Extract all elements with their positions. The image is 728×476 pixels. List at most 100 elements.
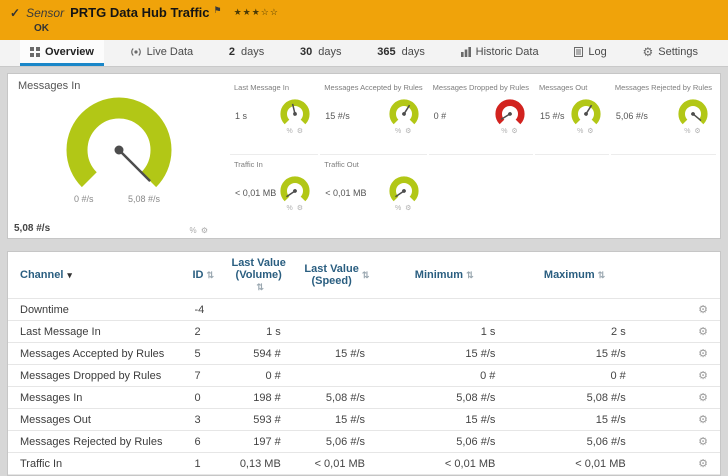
main-gauge-label: Messages In — [18, 80, 223, 92]
cell-channel[interactable]: Messages Accepted by Rules — [8, 343, 189, 365]
overview-icon — [30, 47, 40, 57]
cell-last-value-speed: 15 #/s — [295, 343, 379, 365]
channel-settings-icon[interactable]: ⚙ — [640, 321, 720, 343]
sort-caret-icon: ▾ — [67, 270, 72, 280]
gauge-mini-icons[interactable]: % ⚙ — [395, 127, 412, 135]
tab-365-days[interactable]: 365 days — [367, 40, 435, 66]
cell-id: -4 — [189, 299, 223, 321]
cell-last-value-volume: 593 # — [223, 409, 295, 431]
gauge-value: 0 # — [434, 111, 447, 121]
channel-settings-icon[interactable]: ⚙ — [640, 431, 720, 453]
channel-row-downtime[interactable]: Downtime-4 ⚙ — [8, 299, 720, 321]
cell-id: 5 — [189, 343, 223, 365]
priority-stars[interactable]: ★★★☆☆ — [234, 7, 279, 18]
tab-settings[interactable]: ⚙Settings — [632, 40, 708, 66]
cell-channel[interactable]: Messages In — [8, 387, 189, 409]
cell-id: 6 — [189, 431, 223, 453]
main-gauge-scale-max: 5,08 #/s — [128, 194, 160, 204]
gauge-label: Messages Rejected by Rules — [615, 83, 712, 92]
cell-channel[interactable]: Traffic In — [8, 453, 189, 475]
small-gauge-traffic-in[interactable]: Traffic In< 0,01 MB% ⚙ — [230, 155, 318, 232]
tab-label: Overview — [45, 46, 94, 58]
cell-last-value-speed: < 0,01 MB — [295, 453, 379, 475]
object-kind-label: Sensor — [26, 6, 64, 20]
cell-minimum: < 0,01 MB — [379, 453, 509, 475]
column-header-minimum[interactable]: Minimum⇅ — [379, 252, 509, 299]
historic-data-icon — [461, 47, 471, 57]
cell-id: 7 — [189, 365, 223, 387]
settings-icon: ⚙ — [642, 46, 653, 58]
tab-30-days[interactable]: 30 days — [290, 40, 352, 66]
gauge-mini-icons[interactable]: % ⚙ — [501, 127, 518, 135]
cell-last-value-speed: 5,08 #/s — [295, 387, 379, 409]
channel-row-messages-in[interactable]: Messages In0198 #5,08 #/s5,08 #/s5,08 #/… — [8, 387, 720, 409]
tab-live-data[interactable]: Live Data — [120, 40, 203, 66]
column-label-minimum: Minimum — [415, 269, 463, 281]
main-gauge-scale-min: 0 #/s — [74, 194, 94, 204]
cell-channel[interactable]: Last Message In — [8, 321, 189, 343]
tab-overview[interactable]: Overview — [20, 40, 104, 66]
gauge-label: Messages Accepted by Rules — [324, 83, 422, 92]
gauge-value: < 0,01 MB — [235, 188, 276, 198]
sensor-title: PRTG Data Hub Traffic — [70, 5, 209, 20]
column-header-actions — [640, 252, 720, 299]
cell-channel[interactable]: Messages Dropped by Rules — [8, 365, 189, 387]
main-gauge-needle — [113, 144, 154, 185]
cell-channel[interactable]: Messages Rejected by Rules — [8, 431, 189, 453]
channel-settings-icon[interactable]: ⚙ — [640, 343, 720, 365]
overview-panel: Messages In 0 #/s 5,08 #/s 5,08 #/s % ⚙ … — [7, 73, 721, 239]
small-gauge-traffic-out[interactable]: Traffic Out< 0,01 MB% ⚙ — [320, 155, 426, 232]
cell-maximum: 5,06 #/s — [509, 431, 639, 453]
gauge-mini-icons[interactable]: % ⚙ — [287, 127, 304, 135]
flag-icon[interactable]: ⚑ — [214, 5, 222, 16]
table-header-row: Channel▾ ID⇅ Last Value (Volume)⇅ Last V… — [8, 252, 720, 299]
column-header-id[interactable]: ID⇅ — [189, 252, 223, 299]
channel-settings-icon[interactable]: ⚙ — [640, 453, 720, 475]
channel-row-last-message-in[interactable]: Last Message In21 s1 s2 s⚙ — [8, 321, 720, 343]
cell-channel[interactable]: Messages Out — [8, 409, 189, 431]
main-gauge-value: 5,08 #/s — [14, 223, 50, 234]
channel-settings-icon[interactable]: ⚙ — [640, 299, 720, 321]
cell-minimum: 5,08 #/s — [379, 387, 509, 409]
column-header-channel[interactable]: Channel▾ — [8, 252, 189, 299]
channel-row-messages-rejected-by-rules[interactable]: Messages Rejected by Rules6197 #5,06 #/s… — [8, 431, 720, 453]
channel-settings-icon[interactable]: ⚙ — [640, 409, 720, 431]
main-gauge-arc — [77, 108, 161, 180]
channel-row-messages-out[interactable]: Messages Out3593 #15 #/s15 #/s15 #/s⚙ — [8, 409, 720, 431]
column-header-last-value-volume[interactable]: Last Value (Volume)⇅ — [223, 252, 295, 299]
cell-minimum: 15 #/s — [379, 409, 509, 431]
gauge-mini-icons[interactable]: % ⚙ — [395, 204, 412, 212]
tab-historic-data[interactable]: Historic Data — [451, 40, 549, 66]
cell-minimum: 5,06 #/s — [379, 431, 509, 453]
main-gauge-mini-icons[interactable]: % ⚙ — [189, 226, 209, 235]
cell-channel[interactable]: Downtime — [8, 299, 189, 321]
cell-minimum: 1 s — [379, 321, 509, 343]
tab-log[interactable]: Log — [564, 40, 616, 66]
channel-settings-icon[interactable]: ⚙ — [640, 387, 720, 409]
channel-row-messages-accepted-by-rules[interactable]: Messages Accepted by Rules5594 #15 #/s15… — [8, 343, 720, 365]
cell-maximum: 5,08 #/s — [509, 387, 639, 409]
gauge-mini-icons[interactable]: % ⚙ — [287, 204, 304, 212]
gauge-label: Traffic Out — [324, 160, 422, 169]
cell-last-value-speed: 5,06 #/s — [295, 431, 379, 453]
gauge-mini-icons[interactable]: % ⚙ — [577, 127, 594, 135]
channel-table: Channel▾ ID⇅ Last Value (Volume)⇅ Last V… — [8, 252, 720, 476]
small-gauge-last-message-in[interactable]: Last Message In1 s% ⚙ — [230, 78, 318, 155]
small-gauge-messages-dropped-by-rules[interactable]: Messages Dropped by Rules0 #% ⚙ — [429, 78, 533, 155]
column-header-last-value-speed[interactable]: Last Value (Speed)⇅ — [295, 252, 379, 299]
column-header-maximum[interactable]: Maximum⇅ — [509, 252, 639, 299]
cell-last-value-volume: 198 # — [223, 387, 295, 409]
gauge-mini-icons[interactable]: % ⚙ — [684, 127, 701, 135]
log-icon — [574, 47, 583, 57]
cell-last-value-volume: 0 # — [223, 365, 295, 387]
gauge-value: 15 #/s — [540, 111, 565, 121]
tab-number: 365 — [377, 46, 395, 58]
channel-row-traffic-in[interactable]: Traffic In10,13 MB< 0,01 MB< 0,01 MB< 0,… — [8, 453, 720, 475]
small-gauge-messages-accepted-by-rules[interactable]: Messages Accepted by Rules15 #/s% ⚙ — [320, 78, 426, 155]
tab-2-days[interactable]: 2 days — [219, 40, 274, 66]
channel-row-messages-dropped-by-rules[interactable]: Messages Dropped by Rules70 #0 #0 #⚙ — [8, 365, 720, 387]
channel-settings-icon[interactable]: ⚙ — [640, 365, 720, 387]
small-gauge-messages-rejected-by-rules[interactable]: Messages Rejected by Rules5,06 #/s% ⚙ — [611, 78, 716, 155]
small-gauge-messages-out[interactable]: Messages Out15 #/s% ⚙ — [535, 78, 609, 155]
tab-label: days — [318, 46, 341, 58]
